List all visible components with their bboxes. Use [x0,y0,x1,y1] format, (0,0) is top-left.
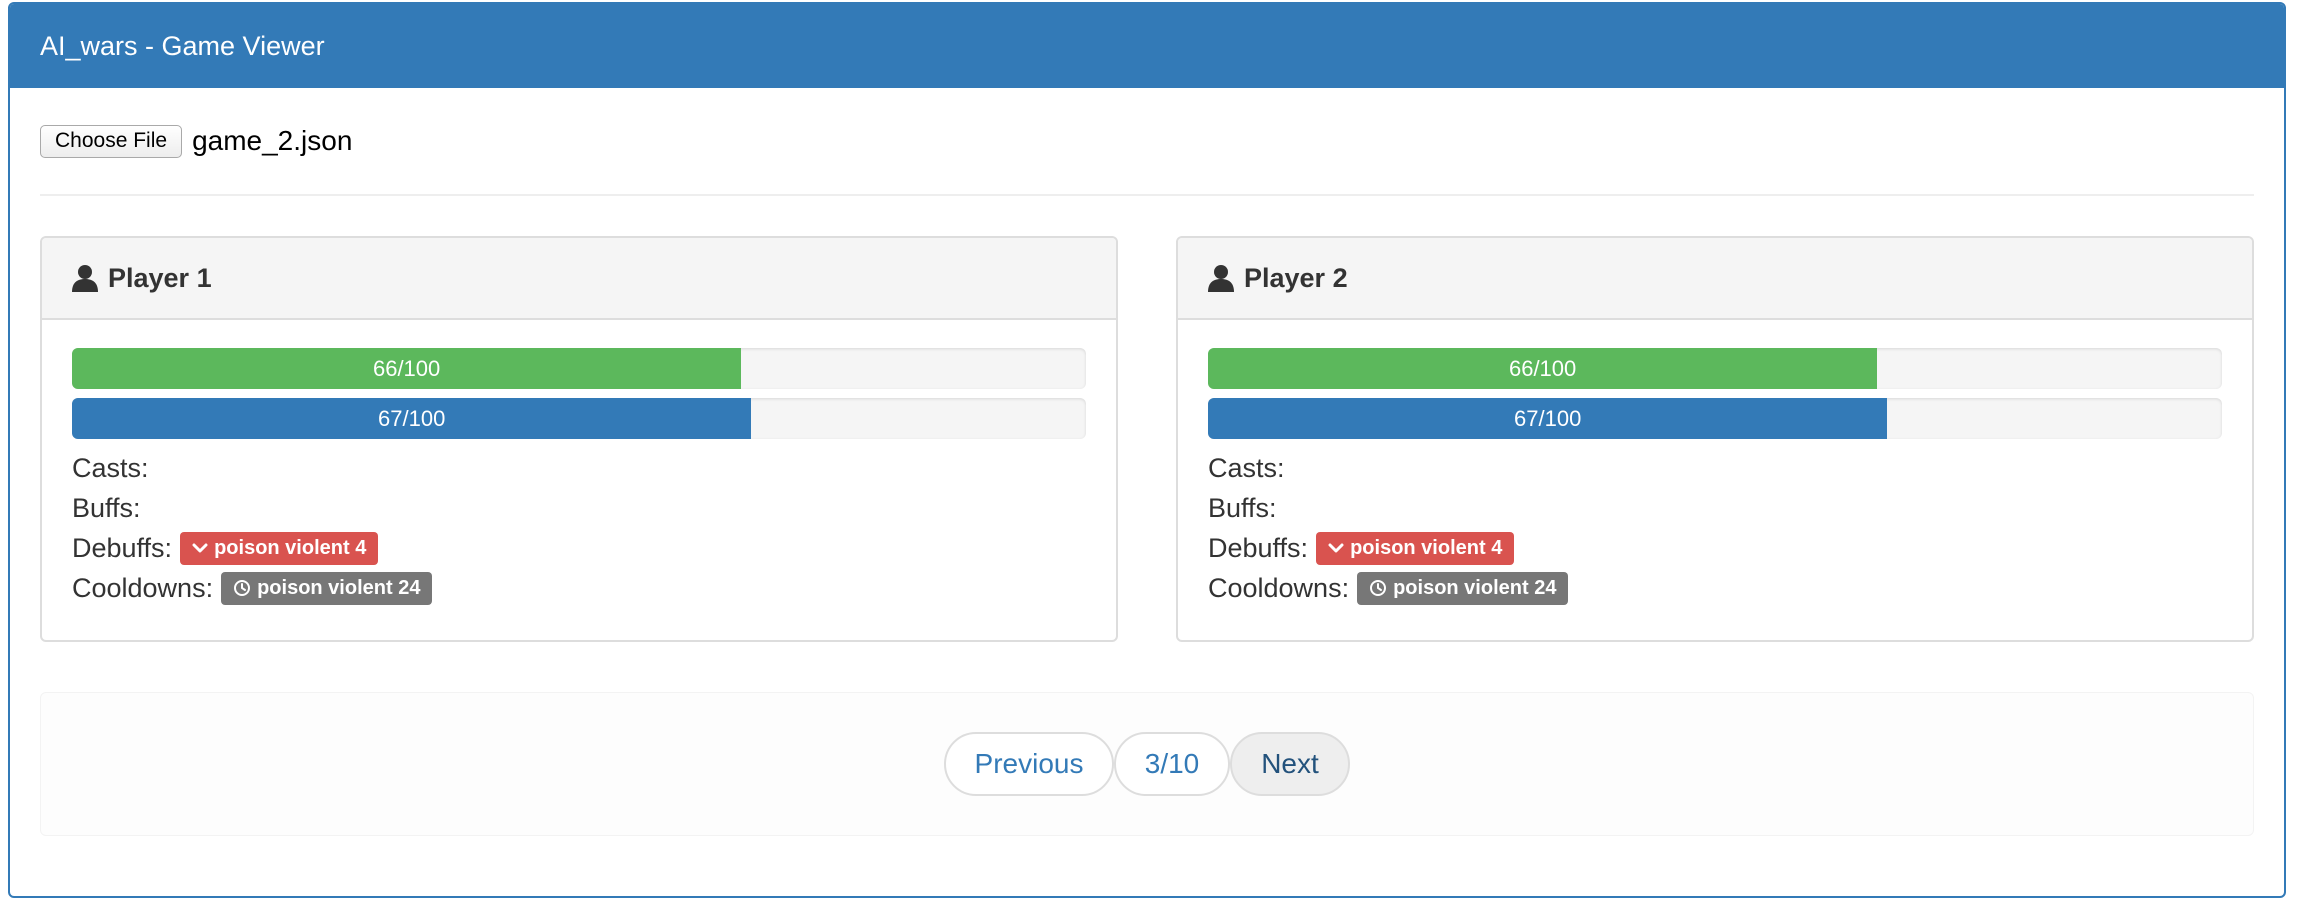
mana-progress: 67/100 [1208,398,2222,439]
hp-text: 66/100 [372,355,441,381]
player-panel-2: Player 2 66/100 67/100 Casts: Buffs: Deb… [1176,236,2254,642]
debuff-text: poison violent 4 [214,536,367,559]
clock-icon [234,580,251,596]
hp-text: 66/100 [1508,355,1577,381]
debuff-text: poison violent 4 [1350,536,1503,559]
casts-line: Casts: [72,448,1086,488]
casts-label: Casts: [72,452,149,483]
cooldown-badge: poison violent 24 [1357,571,1569,605]
player-body: 66/100 67/100 Casts: Buffs: Debuffs: poi… [42,320,1116,608]
mana-text: 67/100 [1514,405,1582,431]
cooldown-text: poison violent 24 [1393,576,1557,599]
player-name: Player 1 [108,262,212,293]
chevron-down-icon [1328,543,1344,553]
previous-button[interactable]: Previous [944,732,1114,796]
page-indicator[interactable]: 3/10 [1114,732,1230,796]
player-name: Player 2 [1244,262,1348,293]
choose-file-button[interactable]: Choose File [40,124,183,158]
buffs-label: Buffs: [72,492,141,523]
hp-progress: 66/100 [72,348,1086,389]
mana-bar: 67/100 [1208,398,1888,439]
debuffs-label: Debuffs: [72,532,173,563]
file-picker: Choose File game_2.json [40,88,2254,196]
debuff-badge: poison violent 4 [180,531,379,565]
cooldowns-label: Cooldowns: [72,572,214,603]
casts-line: Casts: [1208,448,2222,488]
app-title: AI_wars - Game Viewer [40,30,325,61]
cooldown-badge: poison violent 24 [221,571,433,605]
mana-progress: 67/100 [72,398,1086,439]
game-viewer-panel: AI_wars - Game Viewer Choose File game_2… [8,2,2286,898]
hp-progress: 66/100 [1208,348,2222,389]
casts-label: Casts: [1208,452,1285,483]
mana-text: 67/100 [378,405,446,431]
hp-bar: 66/100 [72,348,742,389]
clock-icon [1370,580,1387,596]
player-body: 66/100 67/100 Casts: Buffs: Debuffs: poi… [1178,320,2252,608]
player-heading: Player 2 [1178,238,2252,320]
cooldown-text: poison violent 24 [257,576,421,599]
cooldowns-label: Cooldowns: [1208,572,1350,603]
buffs-label: Buffs: [1208,492,1277,523]
pager: Previous 3/10 Next [944,732,1350,796]
next-button[interactable]: Next [1230,732,1350,796]
user-icon [72,265,98,292]
app-header: AI_wars - Game Viewer [10,4,2284,88]
buffs-line: Buffs: [72,488,1086,528]
player-heading: Player 1 [42,238,1116,320]
players-row: Player 1 66/100 67/100 Casts: Buffs: Deb… [40,236,2254,642]
user-icon [1208,265,1234,292]
panel-body: Choose File game_2.json Player 1 66/100 [10,88,2284,836]
selected-file-name: game_2.json [192,125,353,156]
debuff-badge: poison violent 4 [1316,531,1515,565]
debuffs-label: Debuffs: [1208,532,1309,563]
pager-well: Previous 3/10 Next [40,692,2254,836]
debuffs-line: Debuffs: poison violent 4 [1208,528,2222,568]
player-panel-1: Player 1 66/100 67/100 Casts: Buffs: Deb… [40,236,1118,642]
buffs-line: Buffs: [1208,488,2222,528]
hp-bar: 66/100 [1208,348,1878,389]
cooldowns-line: Cooldowns: poison violent 24 [1208,568,2222,608]
mana-bar: 67/100 [72,398,752,439]
chevron-down-icon [192,543,208,553]
debuffs-line: Debuffs: poison violent 4 [72,528,1086,568]
cooldowns-line: Cooldowns: poison violent 24 [72,568,1086,608]
